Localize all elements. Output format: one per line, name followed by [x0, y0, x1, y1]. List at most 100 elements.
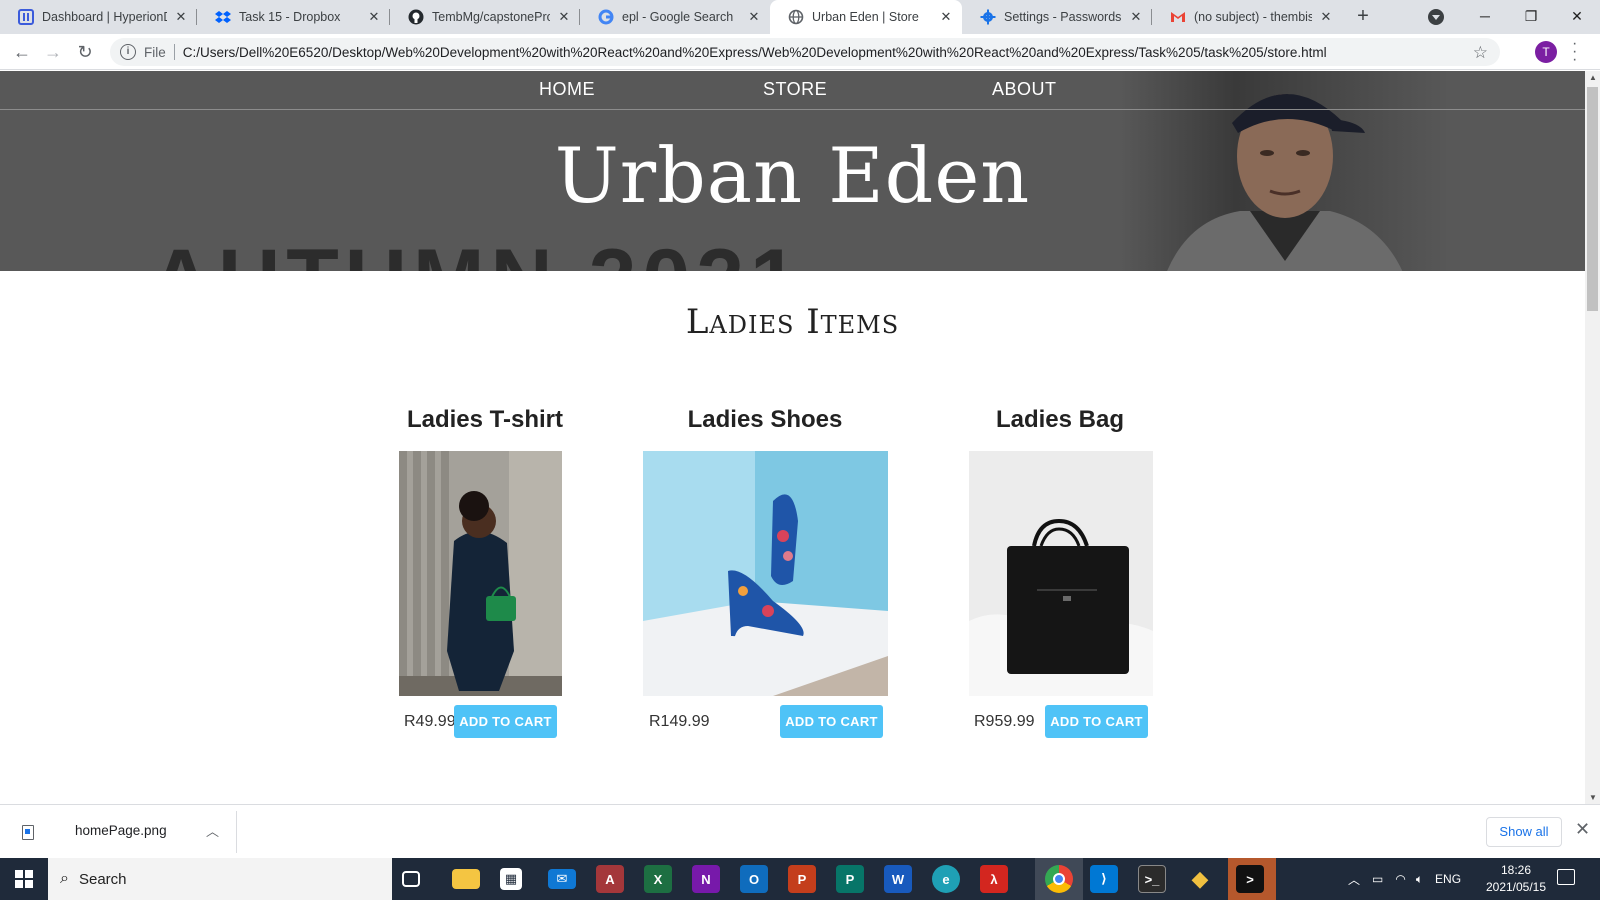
download-divider — [236, 811, 237, 853]
word-icon[interactable]: W — [884, 865, 912, 893]
store-icon[interactable]: ▦ — [500, 868, 522, 890]
tab-gmail[interactable]: (no subject) - thembisani ✕ — [1152, 0, 1342, 34]
scroll-up-arrow-icon[interactable]: ▲ — [1589, 73, 1597, 82]
taskbar-search-placeholder: Search — [78, 870, 127, 888]
taskbar-search-box[interactable]: ⌕ Search — [48, 858, 392, 900]
tab-title: (no subject) - thembisani — [1194, 10, 1312, 24]
tab-strip: Dashboard | HyperionDev ✕ Task 15 - Drop… — [0, 0, 1600, 34]
product-image-shoes[interactable] — [643, 451, 888, 696]
clock-date: 2021/05/15 — [1485, 880, 1547, 894]
add-to-cart-button[interactable]: ADD TO CART — [1045, 705, 1148, 738]
tab-close-icon[interactable]: ✕ — [1318, 9, 1334, 25]
chevron-up-icon[interactable]: ︿ — [206, 821, 219, 840]
nav-divider — [0, 109, 1585, 110]
scroll-down-arrow-icon[interactable]: ▼ — [1589, 793, 1597, 802]
scrollbar-thumb[interactable] — [1587, 87, 1598, 311]
tab-urban-eden-store[interactable]: Urban Eden | Store ✕ — [770, 0, 962, 34]
tab-close-icon[interactable]: ✕ — [366, 9, 382, 25]
edge-icon[interactable]: e — [932, 865, 960, 893]
chrome-icon[interactable] — [1045, 865, 1073, 893]
tab-title: Task 15 - Dropbox — [239, 10, 341, 24]
show-all-button[interactable]: Show all — [1486, 817, 1562, 847]
add-to-cart-button[interactable]: ADD TO CART — [454, 705, 557, 738]
acrobat-icon[interactable]: λ — [980, 865, 1008, 893]
onenote-icon[interactable]: N — [692, 865, 720, 893]
show-hidden-icons-chevron-icon[interactable]: ︿ — [1348, 871, 1360, 888]
search-icon: ⌕ — [60, 870, 69, 887]
browser-toolbar: ← → ↻ i File C:/Users/Dell%20E6520/Deskt… — [0, 34, 1600, 70]
new-tab-button[interactable]: + — [1351, 5, 1375, 29]
terminal-icon[interactable]: >_ — [1138, 865, 1166, 893]
tab-google-search[interactable]: epl - Google Search ✕ — [580, 0, 770, 34]
reload-icon[interactable]: ↻ — [73, 40, 97, 64]
dropbox-icon — [215, 9, 231, 25]
wifi-icon[interactable]: ◠ — [1395, 872, 1405, 886]
profile-avatar[interactable]: T — [1535, 41, 1557, 63]
tab-close-icon[interactable]: ✕ — [1128, 9, 1144, 25]
address-divider — [173, 44, 175, 60]
tab-title: Settings - Passwords — [1004, 10, 1122, 24]
start-button[interactable] — [0, 858, 48, 900]
address-bar[interactable]: i File C:/Users/Dell%20E6520/Desktop/Web… — [110, 38, 1500, 66]
battery-icon[interactable]: ▭ — [1372, 872, 1383, 886]
language-indicator[interactable]: ENG — [1435, 872, 1461, 886]
tab-title: Urban Eden | Store — [812, 10, 919, 24]
tab-close-icon[interactable]: ✕ — [746, 9, 762, 25]
publisher-icon[interactable]: P — [836, 865, 864, 893]
restore-button[interactable]: ❐ — [1508, 0, 1554, 32]
close-window-button[interactable]: ✕ — [1554, 0, 1600, 32]
product-price: R959.99 — [974, 713, 1035, 730]
access-icon[interactable]: A — [596, 865, 624, 893]
browser-menu-icon[interactable]: · · · — [1572, 36, 1577, 68]
task-view-icon[interactable] — [402, 871, 420, 887]
tab-title: TembMg/capstoneProject — [432, 10, 550, 24]
forward-arrow-icon[interactable]: → — [41, 40, 65, 64]
bookmark-star-icon[interactable]: ☆ — [1473, 43, 1488, 63]
notification-center-icon[interactable] — [1557, 869, 1575, 885]
url-text[interactable]: C:/Users/Dell%20E6520/Desktop/Web%20Deve… — [183, 45, 1327, 60]
download-file-name[interactable]: homePage.png — [75, 823, 167, 838]
taskbar-clock[interactable]: 18:26 2021/05/15 — [1476, 862, 1556, 896]
mail-icon[interactable]: ✉ — [548, 869, 576, 889]
git-icon[interactable]: ◆ — [1186, 865, 1214, 893]
settings-gear-icon — [980, 9, 996, 25]
volume-icon[interactable]: 🔈︎ — [1416, 872, 1423, 887]
page-viewport: AUTUMN 2021 HOME STORE ABOUT Urban Eden … — [0, 71, 1585, 804]
vscode-icon[interactable]: ⟩ — [1090, 865, 1118, 893]
file-explorer-icon[interactable] — [452, 869, 480, 889]
product-image-tshirt[interactable] — [399, 451, 562, 696]
product-title: Ladies Bag — [995, 406, 1125, 433]
nav-home-link[interactable]: HOME — [539, 79, 595, 100]
add-to-cart-button[interactable]: ADD TO CART — [780, 705, 883, 738]
product-price: R49.99 — [404, 713, 456, 730]
back-arrow-icon[interactable]: ← — [10, 40, 34, 64]
tab-search-icon[interactable] — [1428, 9, 1444, 25]
system-tray: ︿ ▭ ◠ 🔈︎ ENG — [1348, 858, 1461, 900]
tab-github[interactable]: TembMg/capstoneProject ✕ — [390, 0, 580, 34]
outlook-icon[interactable]: O — [740, 865, 768, 893]
console-icon[interactable]: > — [1236, 865, 1264, 893]
banner-season-text: AUTUMN 2021 — [150, 231, 804, 271]
close-shelf-icon[interactable]: ✕ — [1575, 819, 1590, 840]
image-file-icon — [22, 825, 34, 840]
product-image-bag[interactable] — [969, 451, 1153, 696]
product-price: R149.99 — [649, 713, 710, 730]
hyperiondev-icon — [18, 9, 34, 25]
section-title: Ladies Items — [685, 302, 900, 342]
tab-dropbox[interactable]: Task 15 - Dropbox ✕ — [197, 0, 390, 34]
site-info-icon[interactable]: i — [120, 44, 136, 60]
nav-about-link[interactable]: ABOUT — [992, 79, 1057, 100]
chrome-center — [1053, 873, 1065, 885]
tab-title: Dashboard | HyperionDev — [42, 10, 167, 24]
product-title: Ladies Shoes — [687, 406, 843, 433]
powerpoint-icon[interactable]: P — [788, 865, 816, 893]
nav-store-link[interactable]: STORE — [763, 79, 827, 100]
tab-close-icon[interactable]: ✕ — [938, 9, 954, 25]
excel-icon[interactable]: X — [644, 865, 672, 893]
tab-close-icon[interactable]: ✕ — [556, 9, 572, 25]
page-scrollbar[interactable]: ▲ ▼ — [1585, 71, 1600, 804]
tab-close-icon[interactable]: ✕ — [173, 9, 189, 25]
tab-settings-passwords[interactable]: Settings - Passwords ✕ — [962, 0, 1152, 34]
minimize-button[interactable]: ─ — [1462, 0, 1508, 32]
tab-hyperiondev[interactable]: Dashboard | HyperionDev ✕ — [0, 0, 197, 34]
